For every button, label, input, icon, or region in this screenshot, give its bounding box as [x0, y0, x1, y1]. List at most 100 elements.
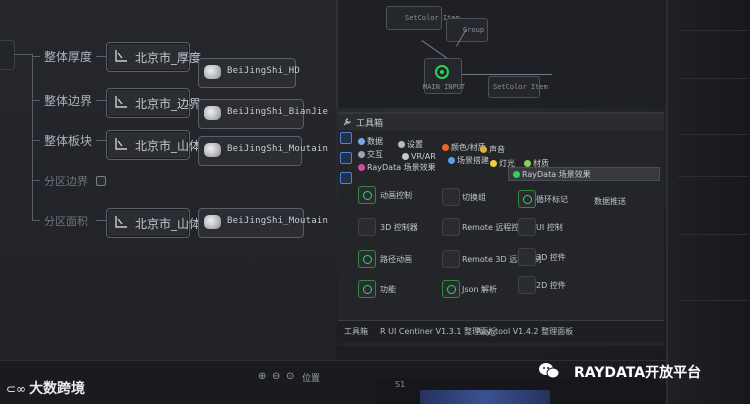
json-parse-icon[interactable] [442, 280, 460, 298]
chart-axis-icon [115, 96, 127, 108]
edge [188, 56, 198, 57]
watermark-right-text: RAYDATA开放平台 [574, 365, 702, 381]
remote-3d-icon[interactable] [442, 250, 460, 268]
category-raydata-active: RayData 场景效果 [513, 169, 591, 180]
divider [678, 134, 748, 135]
node-beijing-shanti-2[interactable]: 北京市_山体 [106, 208, 201, 238]
timeline-clip[interactable] [420, 390, 550, 404]
graph-node-main-input[interactable]: MAIN INPUT [423, 58, 466, 94]
node-beijing-bianjie[interactable]: 北京市_边界 [106, 88, 201, 118]
tool-json-parse[interactable]: Json 解析 [462, 284, 497, 295]
brand-logo-icon: ⊂∞ [6, 382, 27, 396]
group-label[interactable]: 分区边界 [44, 173, 88, 189]
function-icon[interactable] [358, 280, 376, 298]
asset-node-bianjie[interactable]: BeiJingShi_BianJie [198, 99, 328, 129]
zoom-out-icon[interactable]: ⊖ [272, 371, 280, 382]
group-label[interactable]: 整体板块 [44, 132, 92, 149]
tree-trunk [32, 54, 33, 220]
wrench-icon [343, 118, 351, 126]
category-label: 交互 [367, 150, 383, 159]
tool-2d-widget[interactable]: 2D 控件 [536, 280, 566, 291]
graph-node-label: SetColor Item [493, 83, 548, 91]
map-thumbnail-icon [204, 65, 221, 79]
asset-node-moutain-2[interactable]: BeiJingShi_Moutain [198, 208, 328, 238]
tool-ui-control[interactable]: UI 控制 [536, 222, 563, 233]
node-editor[interactable]: 整体厚度 北京市_厚度 BeiJingShi_HD 整体边界 北京市_边界 Be… [0, 0, 336, 360]
side-tool-icon[interactable] [340, 152, 352, 164]
path-animation-icon[interactable] [358, 250, 376, 268]
map-thumbnail-icon [204, 106, 221, 120]
fit-icon[interactable]: ⊙ [286, 371, 294, 382]
group-label[interactable]: 分区面积 [44, 213, 88, 229]
loop-marker-icon[interactable] [518, 190, 536, 208]
tab-raydata-effects[interactable]: RayData 场景效果 [508, 167, 660, 181]
tool-function[interactable]: 功能 [380, 284, 396, 295]
category-sound[interactable]: 声音 [480, 144, 505, 155]
toolbox-panel[interactable]: 工具箱 数据 设置 颜色/材质 声音 交互 VR/AR 场景搭建 灯光 材质 R… [338, 112, 664, 346]
inspector-panel[interactable] [666, 0, 750, 404]
graph-node[interactable]: SetColor Item [386, 6, 460, 30]
node-label: 北京市_厚度 [135, 51, 202, 65]
asset-node-hd[interactable]: BeiJingShi_HD [198, 58, 300, 88]
divider [678, 176, 748, 177]
tree-branch [32, 220, 40, 221]
edge [188, 222, 198, 223]
group-label[interactable]: 整体厚度 [44, 48, 92, 65]
category-settings[interactable]: 设置 [398, 139, 423, 150]
remote-control-icon[interactable] [442, 218, 460, 236]
ui-control-icon[interactable] [518, 218, 536, 236]
group-label[interactable]: 整体边界 [44, 92, 92, 109]
asset-node-moutain[interactable]: BeiJingShi_Moutain [198, 136, 328, 166]
tool-3d-widget[interactable]: 3D 控件 [536, 252, 566, 263]
tree-branch [32, 180, 40, 181]
interact-icon [358, 151, 365, 158]
chart-axis-icon [115, 138, 127, 150]
side-tool-icon[interactable] [340, 172, 352, 184]
edge [96, 100, 106, 101]
category-interact[interactable]: 交互 [358, 149, 383, 160]
tool-animation-control[interactable]: 动画控制 [380, 190, 412, 201]
zoom-in-icon[interactable]: ⊕ [258, 371, 266, 382]
graph-view[interactable]: SetColor Item Group MAIN INPUT SetColor … [336, 0, 668, 108]
category-label: VR/AR [411, 152, 436, 161]
tool-loop-marker[interactable]: 循环标记 [536, 194, 568, 205]
wechat-icon [539, 363, 560, 379]
timeline-marker: S1 [395, 380, 406, 389]
graph-node[interactable]: SetColor Item [488, 76, 548, 98]
side-tool-icon[interactable] [340, 132, 352, 144]
tab-ray-tool[interactable]: Ray_tool V1.4.2 整理面板 [476, 326, 573, 337]
edge [96, 56, 106, 57]
material-icon [524, 160, 531, 167]
edge [188, 104, 198, 105]
tool-3d-controller[interactable]: 3D 控制器 [380, 222, 418, 233]
tool-data-push[interactable]: 数据推送 [594, 196, 626, 207]
tool-path-animation[interactable]: 路径动画 [380, 254, 412, 265]
raydata-icon [513, 171, 520, 178]
tree-branch [32, 100, 40, 101]
sound-icon [480, 146, 487, 153]
tab-toolbox[interactable]: 工具箱 [344, 326, 368, 337]
divider [678, 30, 748, 31]
category-vr[interactable]: VR/AR [402, 152, 436, 161]
chart-axis-icon [115, 216, 127, 228]
3d-controller-icon[interactable] [358, 218, 376, 236]
2d-widget-icon[interactable] [518, 276, 536, 294]
expand-toggle[interactable] [96, 176, 106, 186]
node-beijing-shanti[interactable]: 北京市_山体 [106, 130, 201, 160]
animation-control-icon[interactable] [358, 186, 376, 204]
tool-switch-group[interactable]: 切换组 [462, 192, 486, 203]
toolbox-title: 工具箱 [356, 119, 384, 129]
category-data[interactable]: 数据 [358, 136, 383, 147]
graph-node[interactable]: Group [446, 18, 488, 42]
category-scene[interactable]: 场景搭建 [448, 155, 489, 166]
category-raydata[interactable]: RayData 场景效果 [358, 162, 436, 173]
graph-node-label: MAIN INPUT [423, 83, 466, 91]
node-beijing-hd[interactable]: 北京市_厚度 [106, 42, 201, 72]
map-thumbnail-icon [204, 143, 221, 157]
3d-widget-icon[interactable] [518, 248, 536, 266]
app-screenshot: 整体厚度 北京市_厚度 BeiJingShi_HD 整体边界 北京市_边界 Be… [0, 0, 750, 404]
collapsed-node[interactable] [0, 40, 15, 70]
bulb-icon [490, 160, 497, 167]
switch-group-icon[interactable] [442, 188, 460, 206]
watermark-left-text: 大数跨境 [29, 381, 86, 397]
